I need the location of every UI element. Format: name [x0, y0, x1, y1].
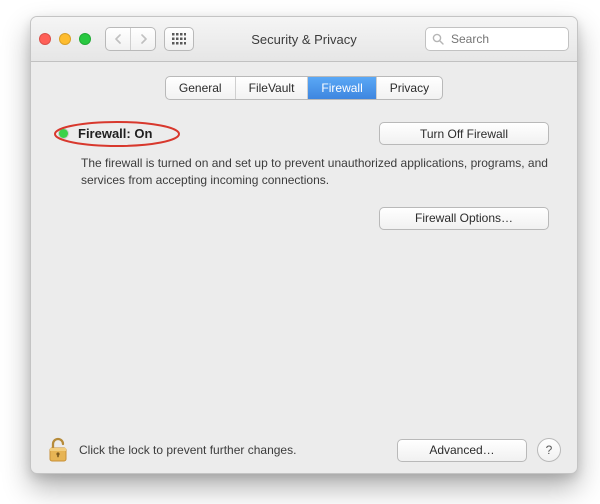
firewall-description: The firewall is turned on and set up to … [81, 155, 549, 189]
window-controls [39, 33, 91, 45]
help-button[interactable]: ? [537, 438, 561, 462]
forward-button[interactable] [130, 28, 155, 50]
grid-icon [172, 33, 186, 45]
chevron-left-icon [114, 34, 123, 44]
tab-privacy[interactable]: Privacy [376, 77, 442, 99]
close-window-button[interactable] [39, 33, 51, 45]
footer: Click the lock to prevent further change… [31, 427, 577, 473]
button-label: Firewall Options… [415, 211, 513, 225]
tab-label: FileVault [249, 81, 295, 95]
search-input[interactable] [449, 31, 562, 47]
advanced-button[interactable]: Advanced… [397, 439, 527, 462]
tab-label: Firewall [321, 81, 362, 95]
tab-filevault[interactable]: FileVault [235, 77, 308, 99]
tab-bar: General FileVault Firewall Privacy [31, 76, 577, 100]
minimize-window-button[interactable] [59, 33, 71, 45]
content-pane: Firewall: On Turn Off Firewall The firew… [31, 100, 577, 230]
show-all-button[interactable] [164, 27, 194, 51]
nav-back-forward [105, 27, 156, 51]
lock-button[interactable] [47, 437, 69, 463]
search-field[interactable] [425, 27, 569, 51]
tab-label: Privacy [390, 81, 429, 95]
status-indicator-icon [59, 129, 68, 138]
help-icon: ? [546, 443, 553, 457]
tab-general[interactable]: General [166, 77, 235, 99]
lock-hint-label: Click the lock to prevent further change… [79, 443, 296, 457]
back-button[interactable] [106, 28, 130, 50]
tab-firewall[interactable]: Firewall [307, 77, 375, 99]
preferences-window: Security & Privacy General FileVault Fir… [30, 16, 578, 474]
chevron-right-icon [139, 34, 148, 44]
firewall-options-button[interactable]: Firewall Options… [379, 207, 549, 230]
button-label: Turn Off Firewall [420, 127, 508, 141]
button-label: Advanced… [429, 443, 494, 457]
zoom-window-button[interactable] [79, 33, 91, 45]
turn-off-firewall-button[interactable]: Turn Off Firewall [379, 122, 549, 145]
lock-open-icon [47, 437, 69, 463]
firewall-status-label: Firewall: On [78, 126, 152, 141]
tab-label: General [179, 81, 222, 95]
search-icon [432, 33, 444, 45]
toolbar: Security & Privacy [31, 17, 577, 62]
